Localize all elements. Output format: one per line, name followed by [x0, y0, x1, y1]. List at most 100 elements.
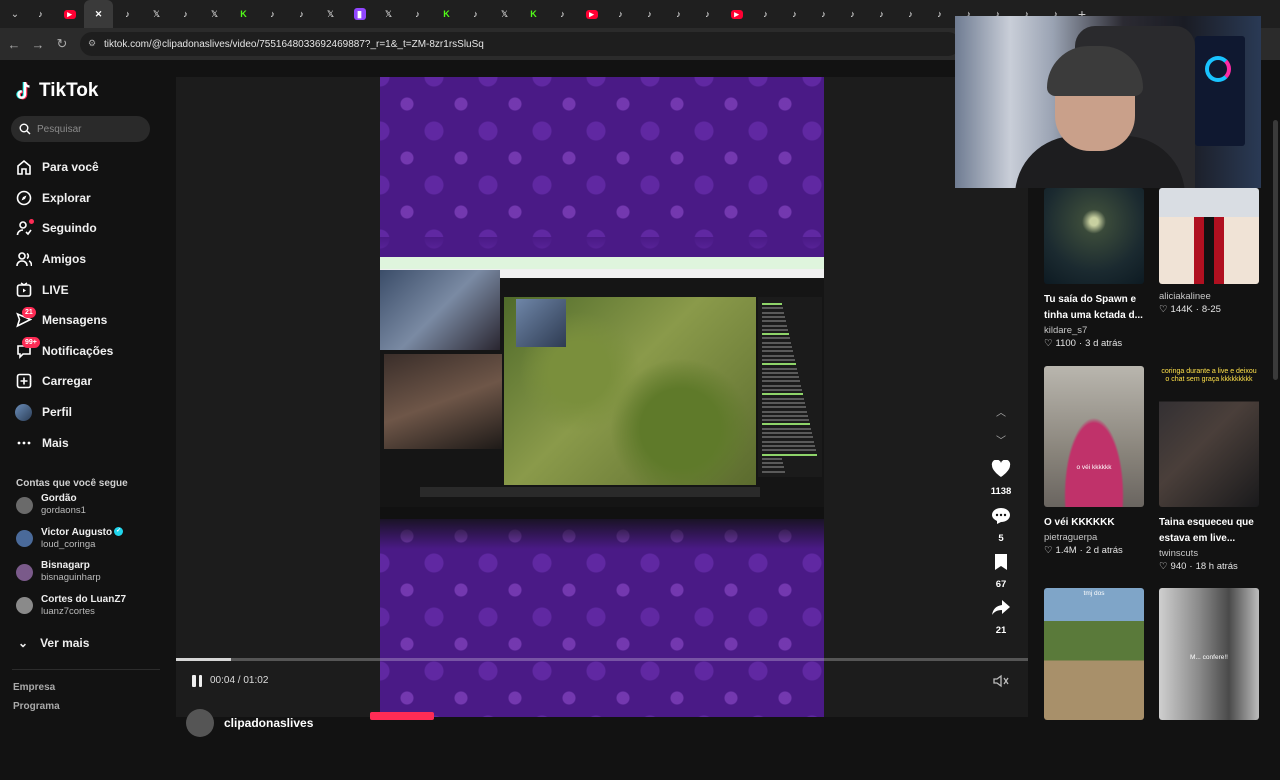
video-user[interactable]: aliciakalinee	[1159, 290, 1263, 303]
tab-search-button[interactable]: ⌄	[4, 3, 26, 25]
browser-tab[interactable]: ♪	[258, 0, 287, 28]
back-icon[interactable]: ←	[2, 37, 26, 52]
page-scrollbar[interactable]	[1271, 120, 1280, 780]
video-frame[interactable]	[380, 77, 824, 717]
video-author[interactable]: clipadonaslives	[186, 709, 313, 737]
video-title[interactable]: O véi KKKKKK	[1044, 515, 1148, 531]
account-avatar	[16, 530, 33, 547]
video-user[interactable]: twinscuts	[1159, 547, 1263, 560]
nav-item-live[interactable]: LIVE	[15, 274, 165, 305]
notifications-icon: 99+	[15, 337, 40, 359]
previous-video-chevron-up-icon[interactable]: ︿	[985, 403, 1017, 419]
volume-icon[interactable]	[992, 673, 1010, 689]
video-thumbnail[interactable]: M... confere!!	[1159, 588, 1259, 720]
browser-tab[interactable]: 𝕏	[142, 0, 171, 28]
followed-account[interactable]: Bisnagarp bisnaguinharp	[16, 558, 166, 586]
video-progress-bar[interactable]	[176, 658, 1028, 661]
nav-item-more[interactable]: Mais	[15, 427, 165, 458]
like-button[interactable]: 1138	[985, 459, 1017, 497]
scrollbar-thumb[interactable]	[1273, 120, 1278, 380]
save-button[interactable]: 67	[985, 553, 1017, 590]
video-thumbnail[interactable]	[1044, 188, 1144, 284]
video-title[interactable]: Tu saía do Spawn e tinha uma kctada d...	[1044, 292, 1148, 324]
browser-tab[interactable]: ♪	[287, 0, 316, 28]
comment-button[interactable]: 5	[985, 507, 1017, 544]
browser-tab[interactable]: ♪	[809, 0, 838, 28]
browser-tab[interactable]: ♪	[838, 0, 867, 28]
recommended-video-card[interactable]: tmj dos	[1044, 588, 1148, 720]
browser-tab[interactable]: ♪	[635, 0, 664, 28]
video-thumbnail[interactable]: tmj dos	[1044, 588, 1144, 720]
browser-tab[interactable]: ▮	[345, 0, 374, 28]
tiktok-logo-text: TikTok	[39, 80, 99, 101]
tiktok-icon: ♪	[850, 9, 855, 19]
footer-link-company[interactable]: Empresa	[13, 682, 55, 693]
browser-tab[interactable]: ♪	[461, 0, 490, 28]
chat-line	[762, 397, 804, 400]
browser-tab[interactable]: ▸	[55, 0, 84, 28]
reload-icon[interactable]: ↻	[50, 36, 74, 52]
browser-tab[interactable]: 𝕏	[200, 0, 229, 28]
browser-tab[interactable]: ♪	[548, 0, 577, 28]
followed-account[interactable]: Victor Augusto ✓ loud_coringa	[16, 525, 166, 553]
video-user[interactable]: pietraguerpa	[1044, 531, 1148, 544]
browser-tab[interactable]: K	[519, 0, 548, 28]
nav-item-messages[interactable]: 21 Mensagens	[15, 305, 165, 336]
author-avatar[interactable]	[186, 709, 214, 737]
browser-tab[interactable]: ♪	[113, 0, 142, 28]
browser-tab[interactable]: K	[432, 0, 461, 28]
browser-tab[interactable]: ♪	[780, 0, 809, 28]
pause-icon[interactable]	[192, 675, 202, 687]
nav-item-friends[interactable]: Amigos	[15, 244, 165, 275]
browser-tab[interactable]: K	[229, 0, 258, 28]
address-bar[interactable]: ⚙ tiktok.com/@clipadonaslives/video/7551…	[80, 32, 960, 56]
browser-tab[interactable]: ♪	[896, 0, 925, 28]
video-player[interactable]: 00:04 / 01:02 clipadonaslives	[176, 77, 1028, 737]
browser-tab[interactable]: ♪	[606, 0, 635, 28]
see-more-button[interactable]: ⌄ Ver mais	[18, 636, 89, 650]
nav-item-notifications[interactable]: 99+ Notificações	[15, 336, 165, 367]
video-thumbnail[interactable]: coringa durante a live e deixou o chat s…	[1159, 366, 1259, 507]
browser-tab[interactable]: ♪	[693, 0, 722, 28]
share-button[interactable]: 21	[985, 599, 1017, 636]
author-name[interactable]: clipadonaslives	[224, 716, 313, 730]
search-input[interactable]	[37, 123, 137, 135]
search-box[interactable]	[11, 116, 150, 142]
recommended-video-card[interactable]: Tu saía do Spawn e tinha uma kctada d...…	[1044, 188, 1148, 351]
nav-item-upload[interactable]: Carregar	[15, 366, 165, 397]
recommended-video-card[interactable]: M... confere!!	[1159, 588, 1263, 720]
video-user[interactable]: kildare_s7	[1044, 324, 1148, 337]
video-title[interactable]: Taina esqueceu que estava em live...	[1159, 515, 1263, 547]
browser-tab[interactable]: ♪	[867, 0, 896, 28]
site-info-icon[interactable]: ⚙	[88, 38, 98, 50]
browser-tab[interactable]: ♪	[925, 0, 954, 28]
forward-icon[interactable]: →	[26, 37, 50, 52]
nav-item-following[interactable]: Seguindo	[15, 213, 165, 244]
video-thumbnail[interactable]	[1159, 188, 1259, 284]
tiktok-logo[interactable]: TikTok	[16, 80, 98, 102]
browser-tab[interactable]: ♪	[751, 0, 780, 28]
video-thumbnail[interactable]: o véi kkkkkk	[1044, 366, 1144, 507]
follow-button[interactable]	[370, 712, 434, 720]
browser-tab[interactable]: 𝕏	[374, 0, 403, 28]
browser-tab[interactable]: 𝕏	[490, 0, 519, 28]
browser-tab[interactable]: ▸	[577, 0, 606, 28]
browser-tab[interactable]: ♪	[403, 0, 432, 28]
webcam-pc-case	[1195, 36, 1245, 146]
next-video-chevron-down-icon[interactable]: ﹀	[985, 431, 1017, 447]
nav-item-profile[interactable]: Perfil	[15, 397, 165, 428]
recommended-video-card[interactable]: coringa durante a live e deixou o chat s…	[1159, 366, 1263, 574]
browser-tab[interactable]: 𝕏	[316, 0, 345, 28]
browser-tab[interactable]: ♪	[171, 0, 200, 28]
nav-item-compass[interactable]: Explorar	[15, 183, 165, 214]
browser-tab[interactable]: ▸	[722, 0, 751, 28]
followed-account[interactable]: Cortes do LuanZ7 luanz7cortes	[16, 592, 166, 620]
browser-tab[interactable]: ♪	[664, 0, 693, 28]
nav-item-home[interactable]: Para você	[15, 152, 165, 183]
browser-tab[interactable]: ✕	[84, 0, 113, 28]
recommended-video-card[interactable]: o véi kkkkkk O véi KKKKKK pietraguerpa ♡…	[1044, 366, 1148, 558]
recommended-video-card[interactable]: aliciakalinee ♡ 144K · 8-25	[1159, 188, 1263, 317]
browser-tab[interactable]: ♪	[26, 0, 55, 28]
footer-link-program[interactable]: Programa	[13, 701, 60, 712]
followed-account[interactable]: Gordão gordaons1	[16, 491, 166, 519]
